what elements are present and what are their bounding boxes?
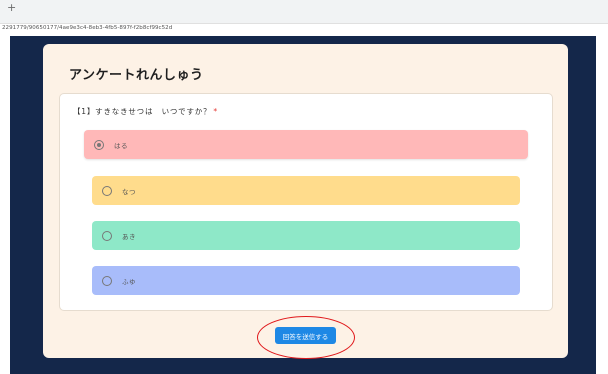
question-label: 【1】すきなきせつは いつですか？ * [73, 106, 218, 117]
option-spring[interactable]: はる [84, 130, 528, 159]
submit-button[interactable]: 回答を送信する [275, 327, 336, 344]
radio-selected-icon[interactable] [94, 139, 104, 150]
option-label: あき [122, 232, 136, 241]
option-summer[interactable]: なつ [92, 176, 520, 205]
option-label: はる [114, 141, 128, 150]
survey-title: アンケートれんしゅう [69, 68, 204, 83]
radio-unselected-icon[interactable] [102, 185, 112, 196]
question-text: 【1】すきなきせつは いつですか？ [73, 107, 212, 116]
option-winter[interactable]: ふゆ [92, 266, 520, 295]
option-autumn[interactable]: あき [92, 221, 520, 250]
radio-unselected-icon[interactable] [102, 230, 112, 241]
radio-unselected-icon[interactable] [102, 275, 112, 286]
new-tab-icon[interactable]: + [7, 1, 16, 14]
option-label: ふゆ [122, 277, 136, 286]
url-text: 2291779/90650177/4ae9e3c4-8eb3-4fb5-897f… [2, 25, 173, 31]
survey-card: アンケートれんしゅう 【1】すきなきせつは いつですか？ * はる なつ あき ふ… [43, 44, 568, 359]
option-label: なつ [122, 187, 136, 196]
question-box: 【1】すきなきせつは いつですか？ * はる なつ あき ふゆ [59, 93, 553, 311]
required-mark: * [213, 107, 218, 116]
browser-tab-bar: + [0, 0, 608, 24]
page-background: アンケートれんしゅう 【1】すきなきせつは いつですか？ * はる なつ あき ふ… [10, 36, 596, 374]
address-bar[interactable]: 2291779/90650177/4ae9e3c4-8eb3-4fb5-897f… [0, 24, 608, 36]
radio-dot-icon [97, 142, 101, 147]
